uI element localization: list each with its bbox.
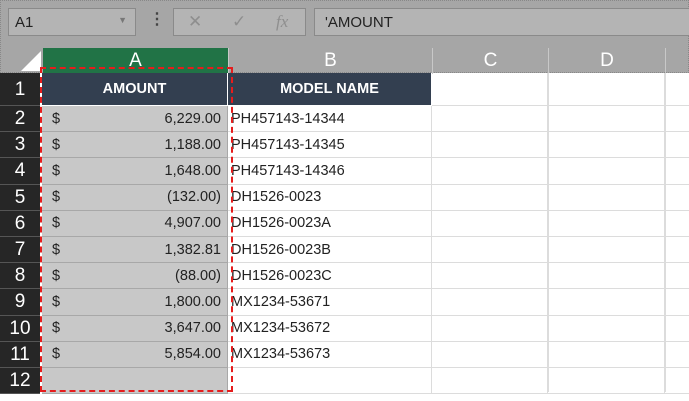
model-cell[interactable]: MX1234-53673 <box>228 341 432 368</box>
cancel-icon[interactable]: ✕ <box>188 12 202 32</box>
column-header-c[interactable]: C <box>433 48 549 74</box>
empty-cell[interactable] <box>665 237 689 264</box>
chevron-down-icon[interactable]: ▼ <box>118 15 127 25</box>
empty-cell[interactable] <box>432 184 548 211</box>
row-header[interactable]: 5 <box>0 184 40 211</box>
empty-cell[interactable] <box>665 289 689 316</box>
model-cell[interactable]: DH1526-0023C <box>228 263 432 290</box>
row-header[interactable]: 1 <box>0 73 40 106</box>
empty-cell[interactable] <box>548 368 665 395</box>
row-header[interactable]: 10 <box>0 315 40 342</box>
name-box[interactable]: A1 ▼ <box>8 8 136 36</box>
row-header[interactable]: 12 <box>0 368 40 395</box>
empty-cell[interactable] <box>432 263 548 290</box>
empty-cell[interactable] <box>548 158 665 185</box>
empty-cell[interactable] <box>432 237 548 264</box>
model-cell[interactable]: PH457143-14346 <box>228 158 432 185</box>
more-icon[interactable]: ⋮ <box>149 9 165 29</box>
empty-cell[interactable] <box>548 73 665 106</box>
empty-cell[interactable] <box>665 342 689 368</box>
selection-outline <box>40 67 233 392</box>
row-header[interactable]: 3 <box>0 132 40 159</box>
empty-cell[interactable] <box>548 289 665 316</box>
empty-cell[interactable] <box>432 341 548 368</box>
empty-cell[interactable] <box>432 132 548 159</box>
empty-cell[interactable] <box>548 237 665 264</box>
function-icon[interactable]: fx <box>276 12 288 32</box>
empty-cell[interactable] <box>432 210 548 237</box>
empty-cell[interactable] <box>665 185 689 211</box>
empty-cell[interactable] <box>432 289 548 316</box>
header-cell-model[interactable]: MODEL NAME <box>228 73 432 106</box>
row-header[interactable]: 8 <box>0 263 40 290</box>
model-cell[interactable]: DH1526-0023B <box>228 237 432 264</box>
select-all-button[interactable] <box>21 51 41 71</box>
empty-cell[interactable] <box>665 263 689 290</box>
empty-cell[interactable] <box>665 368 689 395</box>
model-cell[interactable]: MX1234-53672 <box>228 315 432 342</box>
empty-cell[interactable] <box>432 73 548 106</box>
empty-cell[interactable] <box>548 184 665 211</box>
row-header[interactable]: 9 <box>0 289 40 316</box>
row-header[interactable]: 11 <box>0 341 40 368</box>
empty-cell[interactable] <box>548 132 665 159</box>
model-cell[interactable]: PH457143-14345 <box>228 132 432 159</box>
name-box-value: A1 <box>15 14 34 31</box>
empty-cell[interactable] <box>548 210 665 237</box>
column-header-b[interactable]: B <box>229 48 433 74</box>
empty-cell[interactable] <box>432 158 548 185</box>
formula-input[interactable]: 'AMOUNT <box>314 8 689 36</box>
model-cell[interactable]: DH1526-0023A <box>228 210 432 237</box>
empty-cell[interactable] <box>548 263 665 290</box>
empty-cell[interactable] <box>665 316 689 342</box>
empty-cell[interactable] <box>548 106 665 133</box>
formula-buttons: ✕ ✓ fx <box>173 8 306 36</box>
column-header-d[interactable]: D <box>549 48 666 74</box>
model-cell[interactable] <box>228 368 432 395</box>
empty-cell[interactable] <box>432 368 548 395</box>
empty-cell[interactable] <box>665 211 689 237</box>
empty-cell[interactable] <box>548 341 665 368</box>
empty-cell[interactable] <box>548 315 665 342</box>
model-cell[interactable]: DH1526-0023 <box>228 184 432 211</box>
model-cell[interactable]: MX1234-53671 <box>228 289 432 316</box>
enter-icon[interactable]: ✓ <box>232 12 246 32</box>
empty-cell[interactable] <box>665 158 689 185</box>
row-header[interactable]: 6 <box>0 210 40 237</box>
empty-cell[interactable] <box>432 106 548 133</box>
row-header[interactable]: 4 <box>0 158 40 185</box>
model-cell[interactable]: PH457143-14344 <box>228 106 432 133</box>
row-header[interactable]: 2 <box>0 106 40 133</box>
row-header[interactable]: 7 <box>0 237 40 264</box>
formula-toolbar: A1 ▼ ⋮ ✕ ✓ fx 'AMOUNT A B C D <box>0 0 689 74</box>
empty-cell[interactable] <box>665 73 689 106</box>
empty-cell[interactable] <box>665 106 689 133</box>
empty-cell[interactable] <box>665 132 689 159</box>
empty-cell[interactable] <box>432 315 548 342</box>
